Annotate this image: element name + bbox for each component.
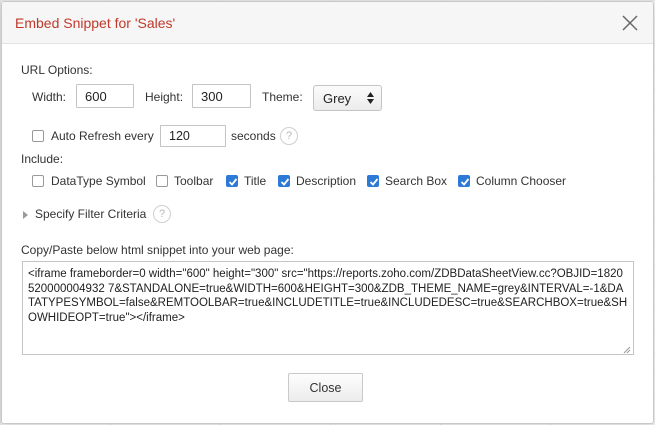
embed-snippet-textarea[interactable]: <iframe frameborder=0 width="600" height…	[22, 261, 634, 355]
url-options-heading: URL Options:	[21, 63, 93, 77]
resize-grip-icon[interactable]	[623, 344, 631, 354]
specify-filter-criteria-toggle[interactable]: Specify Filter Criteria	[35, 207, 146, 221]
embed-snippet-code: <iframe frameborder=0 width="600" height…	[28, 268, 628, 324]
width-input[interactable]	[76, 84, 134, 108]
select-arrows-icon	[367, 92, 374, 104]
help-icon[interactable]: ?	[280, 127, 298, 145]
height-label: Height:	[145, 90, 184, 104]
datatype-symbol-label: DataType Symbol	[51, 174, 146, 188]
title-checkbox[interactable]	[226, 175, 238, 187]
embed-snippet-dialog: Embed Snippet for 'Sales' URL Options: W…	[1, 1, 654, 424]
description-checkbox[interactable]	[278, 175, 290, 187]
help-icon[interactable]: ?	[153, 205, 171, 223]
include-heading: Include:	[21, 152, 64, 166]
dialog-header: Embed Snippet for 'Sales'	[2, 2, 653, 44]
search-box-label: Search Box	[385, 174, 448, 188]
checkmark-icon	[369, 178, 379, 186]
auto-refresh-checkbox[interactable]	[32, 130, 44, 142]
snippet-label: Copy/Paste below html snippet into your …	[21, 243, 294, 257]
close-icon[interactable]	[621, 14, 639, 32]
height-input[interactable]	[192, 84, 251, 108]
search-box-checkbox[interactable]	[367, 175, 379, 187]
close-button[interactable]: Close	[288, 373, 363, 402]
column-chooser-checkbox[interactable]	[458, 175, 470, 187]
checkmark-icon	[460, 178, 470, 186]
expand-triangle-icon[interactable]	[23, 211, 28, 219]
width-label: Width:	[32, 90, 67, 104]
title-label: Title	[244, 174, 267, 188]
checkmark-icon	[228, 178, 238, 186]
description-label: Description	[296, 174, 357, 188]
theme-select-value: Grey	[323, 91, 352, 106]
toolbar-label: Toolbar	[174, 174, 214, 188]
auto-refresh-interval-input[interactable]	[160, 125, 226, 147]
checkmark-icon	[280, 178, 290, 186]
toolbar-checkbox[interactable]	[156, 175, 168, 187]
datatype-symbol-checkbox[interactable]	[32, 175, 44, 187]
dialog-title: Embed Snippet for 'Sales'	[15, 15, 176, 31]
theme-label: Theme:	[262, 90, 303, 104]
auto-refresh-label: Auto Refresh every	[51, 129, 154, 143]
theme-select[interactable]: Grey	[313, 85, 382, 111]
column-chooser-label: Column Chooser	[476, 174, 567, 188]
auto-refresh-unit: seconds	[231, 129, 276, 143]
